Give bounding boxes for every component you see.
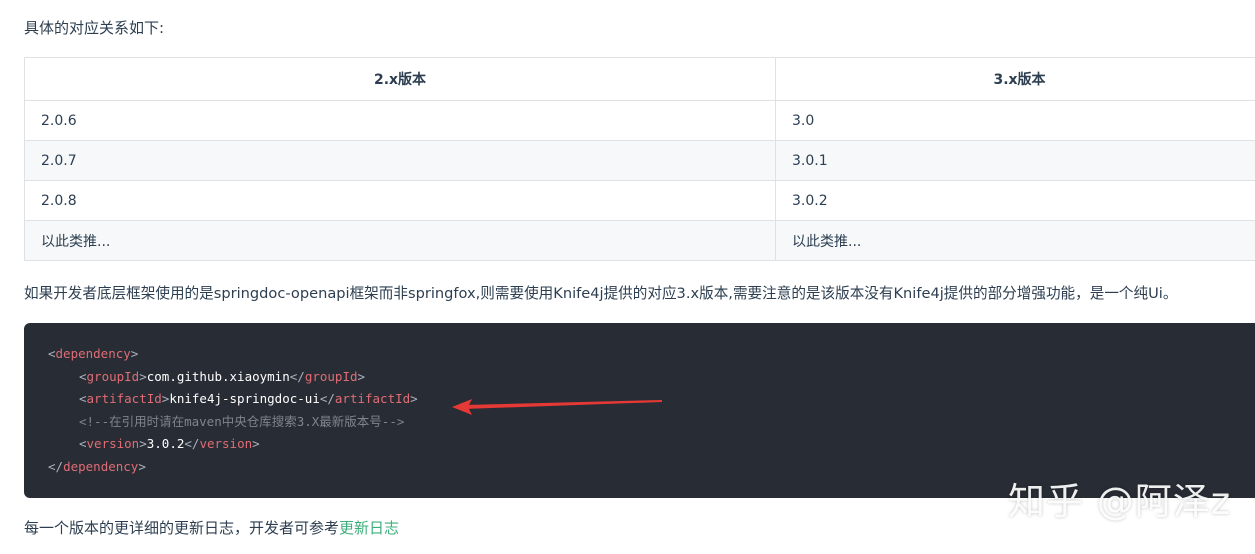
table-cell: 以此类推... xyxy=(775,220,1255,261)
code-bracket: < xyxy=(79,436,87,451)
version-mapping-table: 2.x版本 3.x版本 2.0.6 3.0 2.0.7 3.0.1 2.0.8 … xyxy=(24,57,1255,261)
code-line-version: <version>3.0.2</version> xyxy=(48,433,1240,456)
code-comment: <!--在引用时请在maven中央仓库搜索3.X最新版本号--> xyxy=(79,413,405,429)
code-line-dependency-close: </dependency> xyxy=(48,456,1240,479)
changelog-text: 每一个版本的更详细的更新日志，开发者可参考 xyxy=(24,519,340,537)
code-bracket: > xyxy=(357,368,366,384)
code-bracket: </ xyxy=(48,458,64,474)
code-value: com.github.xiaoymin xyxy=(146,368,290,384)
doc-page: 具体的对应关系如下: 2.x版本 3.x版本 2.0.6 3.0 2.0.7 3… xyxy=(0,0,1255,554)
code-line-dependency-open: <dependency> xyxy=(48,343,1240,366)
code-bracket: < xyxy=(79,391,87,406)
code-bracket: > xyxy=(139,368,147,384)
code-tag: dependency xyxy=(63,458,139,474)
code-bracket: </ xyxy=(319,391,335,406)
code-tag: version xyxy=(199,436,253,451)
changelog-link[interactable]: 更新日志 xyxy=(339,519,399,537)
zhihu-watermark: 知乎 @阿泽z xyxy=(1008,480,1232,523)
code-bracket: </ xyxy=(184,436,200,451)
table-row: 2.0.6 3.0 xyxy=(24,100,1255,141)
changelog-line: 每一个版本的更详细的更新日志，开发者可参考更新日志 xyxy=(24,517,399,539)
code-bracket: > xyxy=(139,436,147,451)
springdoc-note-paragraph: 如果开发者底层框架使用的是springdoc-openapi框架而非spring… xyxy=(24,285,1178,302)
table-row: 2.0.7 3.0.1 xyxy=(24,140,1255,181)
table-cell: 3.0.2 xyxy=(775,180,1255,221)
table-cell: 以此类推... xyxy=(24,220,776,261)
intro-text: 具体的对应关系如下: xyxy=(24,19,165,37)
code-bracket: < xyxy=(48,346,56,361)
table-row: 2.0.8 3.0.2 xyxy=(24,180,1255,221)
code-value: knife4j-springdoc-ui xyxy=(169,391,320,406)
code-tag: groupId xyxy=(86,368,140,384)
code-tag: groupId xyxy=(304,368,358,384)
column-header-3x: 3.x版本 xyxy=(775,57,1255,101)
red-arrow-annotation-icon xyxy=(452,399,662,415)
code-tag: dependency xyxy=(55,346,131,361)
code-bracket: </ xyxy=(289,368,305,384)
code-value: 3.0.2 xyxy=(146,436,185,451)
code-bracket: > xyxy=(138,458,146,474)
code-tag: artifactId xyxy=(334,391,411,406)
table-cell: 3.0.1 xyxy=(775,140,1255,181)
table-cell: 2.0.8 xyxy=(24,180,776,221)
table-cell: 3.0 xyxy=(775,100,1255,141)
code-bracket: > xyxy=(252,436,260,451)
code-bracket: > xyxy=(410,391,418,406)
code-line-groupid: <groupId>com.github.xiaoymin</groupId> xyxy=(48,366,1240,389)
code-bracket: > xyxy=(130,346,139,361)
code-tag: version xyxy=(86,436,140,451)
table-row: 以此类推... 以此类推... xyxy=(24,220,1255,261)
table-cell: 2.0.6 xyxy=(24,100,776,141)
column-header-2x: 2.x版本 xyxy=(24,57,776,101)
code-bracket: < xyxy=(79,368,87,384)
code-tag: artifactId xyxy=(86,391,162,406)
table-header-row: 2.x版本 3.x版本 xyxy=(24,57,1255,101)
table-cell: 2.0.7 xyxy=(24,140,776,181)
